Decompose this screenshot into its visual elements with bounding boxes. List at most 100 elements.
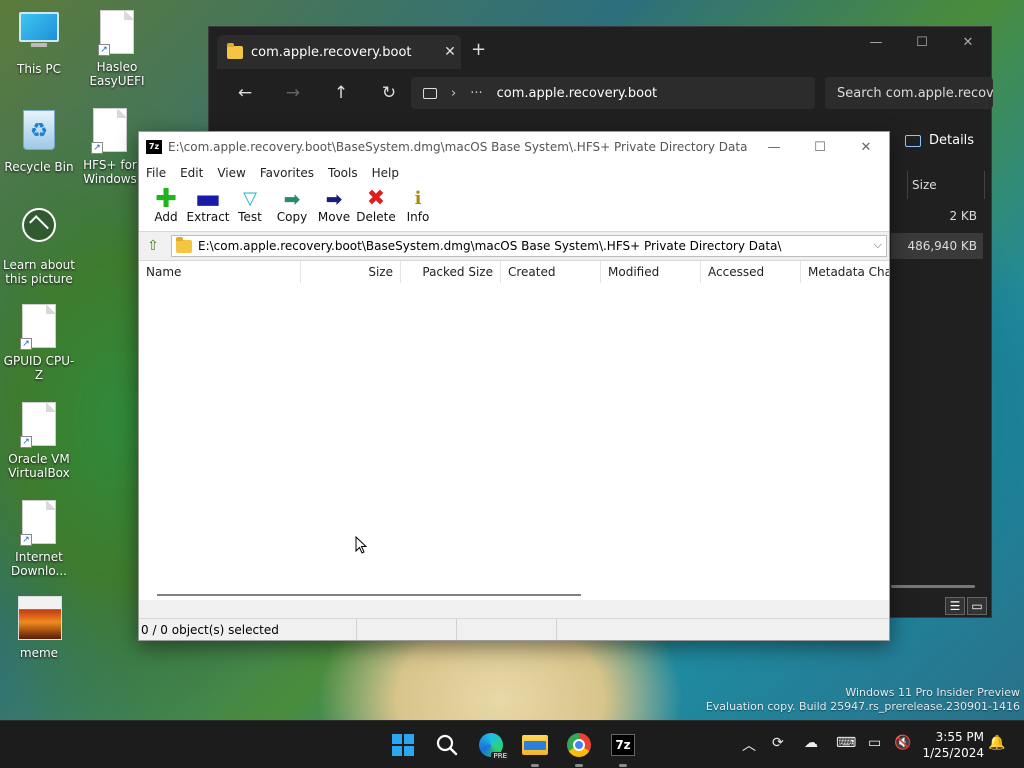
explorer-file-row[interactable]: 2 KB xyxy=(891,203,983,229)
desktop-icon-meme[interactable]: meme xyxy=(0,596,78,660)
details-pane-button[interactable]: Details xyxy=(905,133,974,148)
taskbar-clock[interactable]: 3:55 PM 1/25/2024 xyxy=(922,729,984,761)
back-arrow-icon[interactable]: ← xyxy=(221,83,269,103)
desktop-icon-recycle-bin[interactable]: ♻ Recycle Bin xyxy=(0,110,78,174)
move-button[interactable]: ➡ Move xyxy=(313,184,355,224)
chevron-down-icon[interactable]: ⌵ xyxy=(874,238,882,252)
desktop-icon-label: HFS+ for Windows xyxy=(83,158,137,186)
copy-button[interactable]: ➡ Copy xyxy=(271,184,313,224)
edge-icon: PRE xyxy=(479,733,509,760)
delete-button[interactable]: ✖ Delete xyxy=(355,184,397,225)
arrow-right-icon: ➡ xyxy=(325,187,343,211)
watermark-line-1: Windows 11 Pro Insider Preview xyxy=(845,686,1020,699)
column-header-created[interactable]: Created xyxy=(501,261,601,283)
column-header-size[interactable]: Size xyxy=(301,261,401,283)
refresh-icon[interactable]: ↻ xyxy=(365,83,413,103)
start-button[interactable] xyxy=(389,731,417,759)
clock-time: 3:55 PM xyxy=(935,730,984,744)
explorer-size-column-header[interactable]: Size xyxy=(907,171,985,199)
explorer-tab[interactable]: com.apple.recovery.boot ✕ xyxy=(217,35,461,69)
info-icon: i xyxy=(414,188,422,209)
sync-icon[interactable]: ⟳ xyxy=(772,735,784,751)
chevron-up-icon[interactable]: ︿ xyxy=(742,735,756,755)
notification-bell-icon[interactable]: 🔔 xyxy=(988,735,1005,751)
new-tab-button[interactable]: + xyxy=(471,39,486,60)
tiles-view-icon[interactable]: ▭ xyxy=(967,597,987,615)
desktop-icon-label: Learn about this picture xyxy=(3,258,75,286)
sevenzip-window[interactable]: 7z E:\com.apple.recovery.boot\BaseSystem… xyxy=(138,131,890,641)
desktop-icon-hfs-windows[interactable]: ↗ HFS+ for Windows xyxy=(78,108,142,186)
details-view-icon[interactable]: ☰ xyxy=(945,597,965,615)
desktop-icon-easyuefi[interactable]: ↗ Hasleo EasyUEFI xyxy=(78,10,156,88)
menu-tools[interactable]: Tools xyxy=(328,166,358,180)
mouse-cursor-icon xyxy=(355,536,367,554)
explorer-horizontal-scrollbar[interactable] xyxy=(891,585,975,588)
desktop-icon-internet-download[interactable]: ↗ Internet Downlo... xyxy=(0,500,78,578)
recycle-bin-icon: ♻ xyxy=(18,110,60,156)
sevenzip-titlebar: 7z E:\com.apple.recovery.boot\BaseSystem… xyxy=(139,132,889,162)
desktop-icon-this-pc[interactable]: This PC xyxy=(0,12,78,76)
network-icon[interactable]: ▭ xyxy=(868,735,881,751)
folder-icon xyxy=(522,735,548,755)
extract-button[interactable]: ▬ Extract xyxy=(186,184,230,225)
maximize-button[interactable]: ☐ xyxy=(899,27,945,57)
monitor-icon xyxy=(18,12,60,58)
sevenzip-path-input[interactable]: E:\com.apple.recovery.boot\BaseSystem.dm… xyxy=(171,235,887,257)
delete-label: Delete xyxy=(356,210,396,224)
sevenzip-file-list[interactable]: Name Size Packed Size Created Modified A… xyxy=(139,260,889,600)
explorer-address-bar[interactable]: › ··· com.apple.recovery.boot xyxy=(411,77,815,109)
column-header-modified[interactable]: Modified xyxy=(601,261,701,283)
add-button[interactable]: ✚ Add xyxy=(145,184,187,224)
menu-favorites[interactable]: Favorites xyxy=(260,166,314,180)
sevenzip-column-headers: Name Size Packed Size Created Modified A… xyxy=(139,261,889,283)
extract-label: Extract xyxy=(186,210,230,224)
chrome-taskbar-button[interactable] xyxy=(565,731,593,767)
folder-up-icon[interactable]: ⇧ xyxy=(143,236,163,256)
info-button[interactable]: i Info xyxy=(397,184,439,225)
close-button[interactable]: ✕ xyxy=(945,27,991,57)
column-header-accessed[interactable]: Accessed xyxy=(701,261,801,283)
cloud-offline-icon[interactable]: ☁ xyxy=(804,735,818,751)
explorer-file-row-selected[interactable]: 486,940 KB xyxy=(891,233,983,259)
check-icon: ▽ xyxy=(243,188,257,209)
sevenzip-horizontal-scrollbar[interactable] xyxy=(157,594,581,596)
explorer-view-toggle: ☰ ▭ xyxy=(945,597,987,615)
minimize-button[interactable]: — xyxy=(853,27,899,57)
volume-mute-icon[interactable]: 🔇 xyxy=(894,735,911,751)
edge-pre-badge: PRE xyxy=(491,752,509,760)
arrow-right-icon: ➡ xyxy=(283,187,301,211)
desktop-icon-cpuz[interactable]: ↗ GPUID CPU-Z xyxy=(0,304,78,382)
close-tab-icon[interactable]: ✕ xyxy=(439,44,461,60)
menu-file[interactable]: File xyxy=(146,166,166,180)
edge-preview-button[interactable]: PRE xyxy=(477,731,509,760)
maximize-button[interactable]: ☐ xyxy=(797,132,843,162)
explorer-tab-label: com.apple.recovery.boot xyxy=(251,44,412,60)
column-header-name[interactable]: Name xyxy=(139,261,301,283)
search-button[interactable] xyxy=(433,731,461,759)
close-button[interactable]: ✕ xyxy=(843,132,889,162)
watermark-line-2: Evaluation copy. Build 25947.rs_prerelea… xyxy=(705,700,1020,713)
forward-arrow-icon[interactable]: → xyxy=(269,83,317,103)
menu-edit[interactable]: Edit xyxy=(180,166,203,180)
explorer-search-input[interactable]: Search com.apple.recove xyxy=(825,77,993,109)
desktop-icon-virtualbox[interactable]: ↗ Oracle VM VirtualBox xyxy=(0,402,78,480)
test-button[interactable]: ▽ Test xyxy=(229,184,271,225)
column-header-metadata-changed[interactable]: Metadata Cha... xyxy=(801,261,889,283)
keyboard-icon[interactable]: ⌨ xyxy=(836,735,856,751)
sevenzip-taskbar-button[interactable]: 7z xyxy=(609,731,637,767)
details-pane-icon xyxy=(905,134,921,147)
desktop-icon-learn-picture[interactable]: Learn about this picture xyxy=(0,208,78,286)
minimize-button[interactable]: — xyxy=(751,132,797,162)
copy-label: Copy xyxy=(276,210,308,224)
menu-view[interactable]: View xyxy=(217,166,245,180)
file-size: 486,940 KB xyxy=(907,239,977,253)
menu-help[interactable]: Help xyxy=(372,166,399,180)
more-icon[interactable]: ··· xyxy=(470,86,482,101)
desktop-icon-label: Internet Downlo... xyxy=(11,550,67,578)
column-header-packed-size[interactable]: Packed Size xyxy=(401,261,501,283)
file-explorer-taskbar-button[interactable] xyxy=(521,731,549,767)
desktop-icon-label: Oracle VM VirtualBox xyxy=(8,452,70,480)
folder-icon xyxy=(176,236,192,253)
up-arrow-icon[interactable]: ↑ xyxy=(317,83,365,103)
shortcut-arrow-icon: ↗ xyxy=(20,534,32,546)
